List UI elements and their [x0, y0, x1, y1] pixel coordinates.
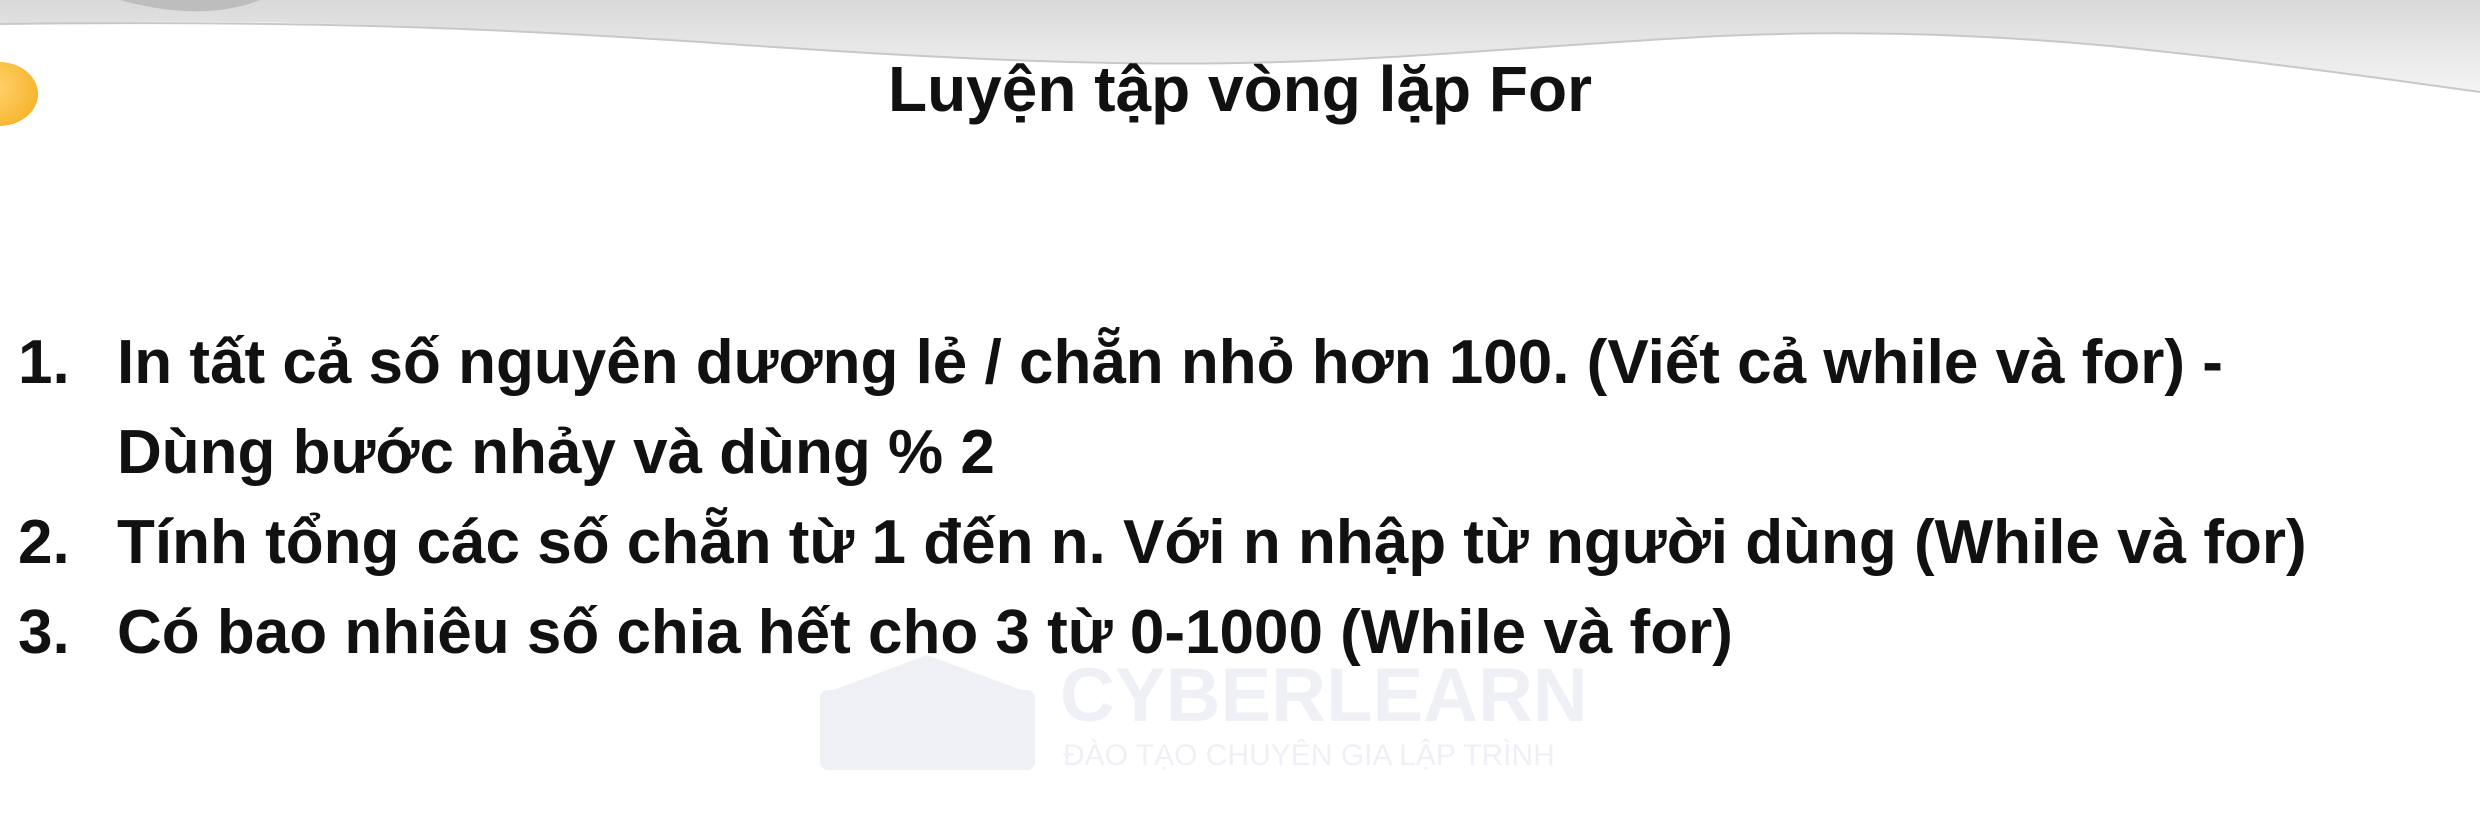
- task-text-line: Có bao nhiêu số chia hết cho 3 từ 0-1000…: [117, 598, 1733, 667]
- task-number: 2.: [18, 508, 70, 577]
- task-item-2: 2. Tính tổng các số chẵn từ 1 đến n. Với…: [0, 498, 2480, 588]
- task-number: 3.: [18, 598, 70, 667]
- slide: Luyện tập vòng lặp For CYBERLEARN ĐÀO TẠ…: [0, 0, 2480, 826]
- task-text-line: In tất cả số nguyên dương lẻ / chẵn nhỏ …: [117, 328, 2223, 397]
- task-item-1: 1. In tất cả số nguyên dương lẻ / chẵn n…: [0, 318, 2480, 498]
- task-text-line: Tính tổng các số chẵn từ 1 đến n. Với n …: [117, 508, 2307, 577]
- task-text-line: Dùng bước nhảy và dùng % 2: [117, 418, 995, 487]
- task-list: 1. In tất cả số nguyên dương lẻ / chẵn n…: [0, 318, 2480, 678]
- task-number: 1.: [18, 328, 70, 397]
- task-item-3: 3. Có bao nhiêu số chia hết cho 3 từ 0-1…: [0, 588, 2480, 678]
- watermark-tagline: ĐÀO TẠO CHUYÊN GIA LẬP TRÌNH: [1063, 739, 1555, 772]
- slide-title: Luyện tập vòng lặp For: [887, 53, 1593, 125]
